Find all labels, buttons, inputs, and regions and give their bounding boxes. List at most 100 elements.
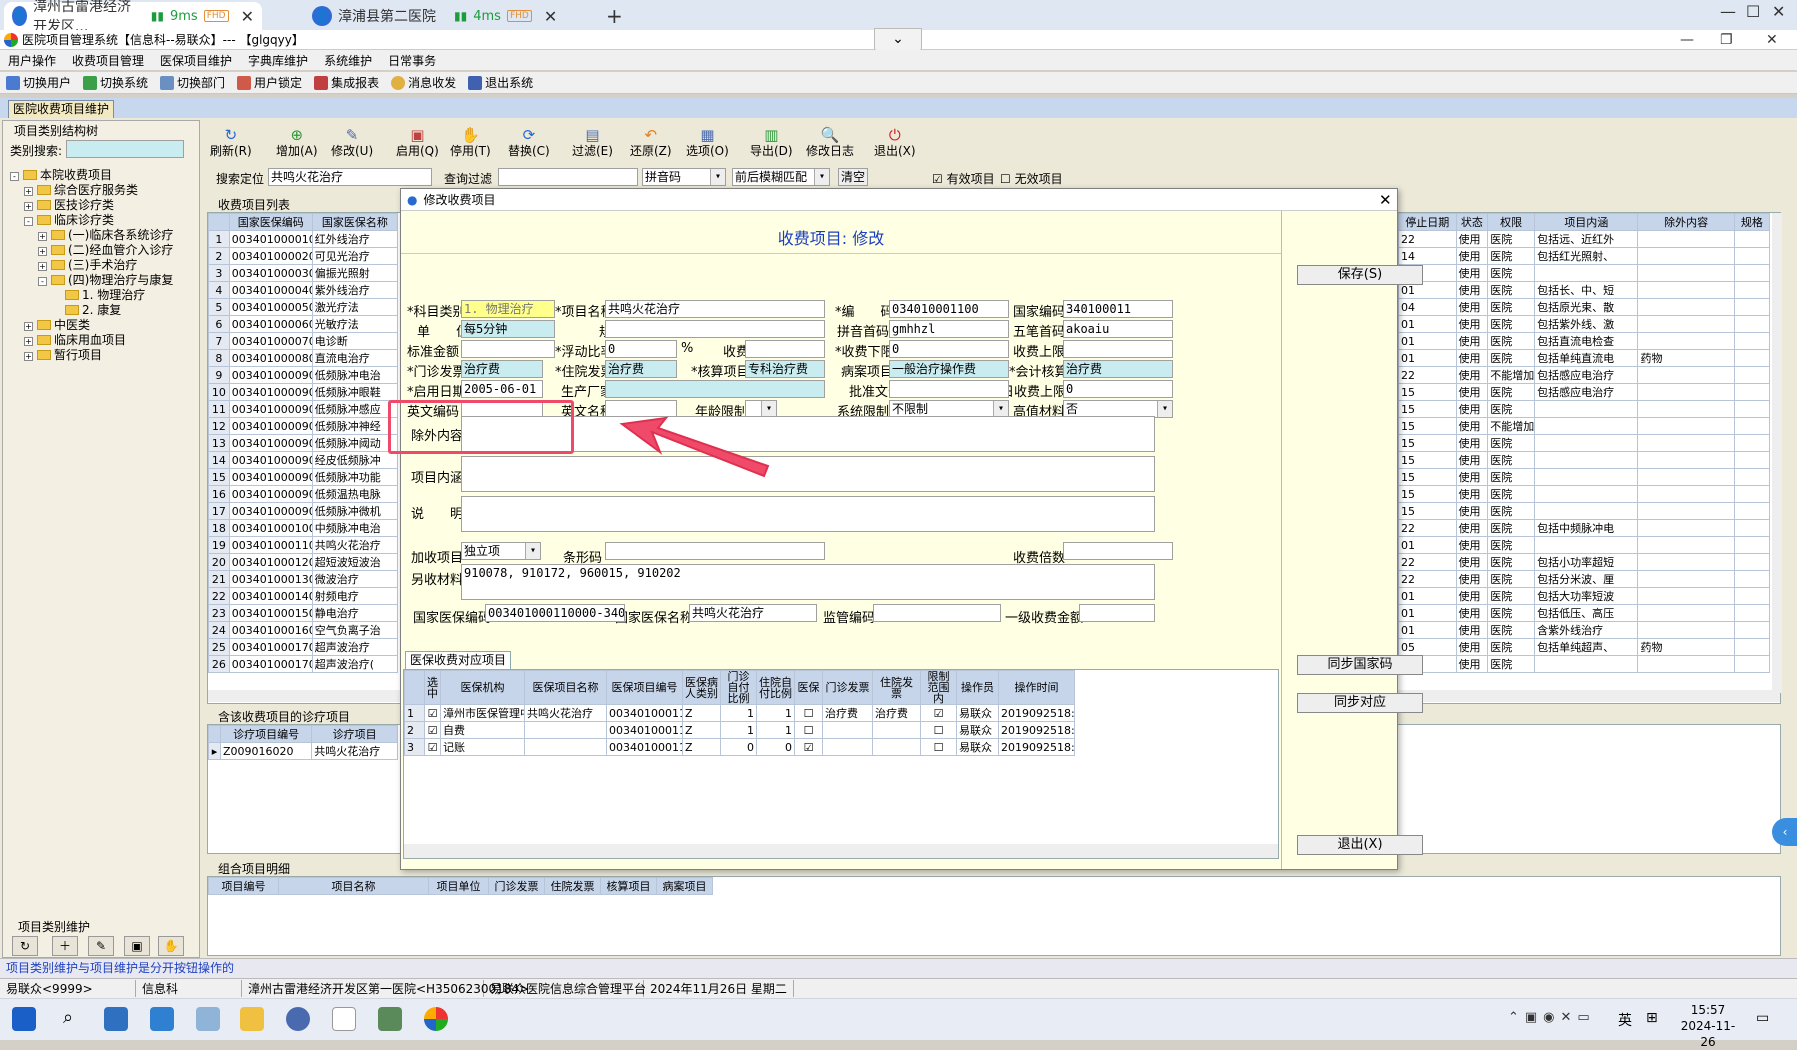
table-row[interactable]: 6 003401000060 光敏疗法: [208, 315, 399, 333]
match-mode-select[interactable]: 前后模糊匹配: [732, 168, 830, 186]
horizontal-scrollbar[interactable]: [404, 844, 1278, 858]
tree-node[interactable]: + 暂行项目: [10, 348, 196, 363]
tree-node[interactable]: + 综合医疗服务类: [10, 183, 196, 198]
supcode-field[interactable]: [873, 604, 1001, 622]
tree-node[interactable]: + 医技诊疗类: [10, 198, 196, 213]
menu-item[interactable]: 收费项目管理: [64, 52, 152, 69]
content-field[interactable]: [461, 456, 1155, 492]
tree-node[interactable]: + 临床用血项目: [10, 333, 196, 348]
hospital-app-icon[interactable]: [424, 1007, 448, 1031]
table-row[interactable]: 01 使用 医院 包括紫外线、激: [1398, 315, 1771, 333]
startdate-field[interactable]: 2005-06-01: [461, 380, 543, 398]
tab-charge-maintenance[interactable]: 医院收费项目维护: [8, 100, 115, 118]
app-restore-icon[interactable]: ❐: [1720, 32, 1733, 48]
ime-indicator[interactable]: 英: [1618, 1010, 1632, 1030]
clock[interactable]: 15:57 2024-11-26: [1676, 1002, 1740, 1050]
modify-log-button[interactable]: 🔍 修改日志: [806, 126, 854, 158]
feemax-field[interactable]: [1063, 340, 1173, 358]
table-row[interactable]: 26 003401000170 超声波治疗(: [208, 655, 399, 673]
clear-button[interactable]: 清空: [838, 168, 868, 186]
daymax-field[interactable]: 0: [1063, 380, 1173, 398]
table-row[interactable]: 01 使用 医院 包括直流电检查: [1398, 332, 1771, 350]
locate-input[interactable]: 共鸣火花治疗: [268, 168, 432, 186]
tree-node[interactable]: 1. 物理治疗: [10, 288, 196, 303]
table-row[interactable]: 12 003401000090 低频脉冲神经: [208, 417, 399, 435]
table-row[interactable]: 15使用医院: [1398, 485, 1771, 503]
filter-mode-select[interactable]: 拼音码: [642, 168, 726, 186]
minimize-icon[interactable]: —: [1720, 2, 1736, 21]
medrec-field[interactable]: 一般治疗操作费: [889, 360, 1009, 378]
table-row[interactable]: 18 003401000100 中频脉冲电治: [208, 519, 399, 537]
natmedname-field[interactable]: 共鸣火花治疗: [689, 604, 817, 622]
tray-icons[interactable]: ⌃▣◉✕▭: [1508, 1010, 1596, 1025]
table-row[interactable]: 23 003401000150 静电治疗: [208, 604, 399, 622]
menu-item[interactable]: 字典库维护: [240, 52, 316, 69]
ledger-field[interactable]: 治疗费: [1063, 360, 1173, 378]
document-icon[interactable]: [332, 1007, 356, 1031]
close-window-icon[interactable]: ✕: [1772, 2, 1785, 21]
table-row[interactable]: 13 003401000090 低频脉冲阈动: [208, 434, 399, 452]
report-button[interactable]: 集成报表: [308, 74, 385, 91]
stdamt-field[interactable]: [461, 340, 555, 358]
mult-field[interactable]: [1063, 542, 1173, 560]
table-row[interactable]: 1 003401000010 红外线治疗: [208, 230, 399, 248]
table-row[interactable]: 7 003401000070 电诊断: [208, 332, 399, 350]
expand-icon[interactable]: +: [24, 202, 33, 211]
expand-icon[interactable]: +: [38, 262, 47, 271]
save-button[interactable]: 保存(S): [1297, 265, 1423, 285]
table-row[interactable]: 15 使用 不能增加: [1398, 417, 1771, 435]
table-row[interactable]: 15使用医院: [1398, 264, 1771, 282]
table-row[interactable]: 04 使用 医院 包括原光束、散: [1398, 298, 1771, 316]
enable-button[interactable]: ▣ 启用(Q): [396, 126, 439, 158]
table-row[interactable]: 3☑记账003401000110000Z00☑☐易联众2019092518:15…: [404, 738, 1075, 756]
table-row[interactable]: 10 003401000090 低频脉冲眼鞋: [208, 383, 399, 401]
expand-icon[interactable]: +: [38, 247, 47, 256]
message-button[interactable]: 消息收发: [385, 74, 462, 91]
switch-dept-button[interactable]: 切换部门: [154, 74, 231, 91]
unit-field[interactable]: 每5分钟: [461, 320, 555, 338]
table-row[interactable]: 17 003401000090 低频脉冲微机: [208, 502, 399, 520]
table-row[interactable]: 8 003401000080 直流电治疗: [208, 349, 399, 367]
add-icon[interactable]: ＋: [52, 936, 78, 956]
close-icon[interactable]: ✕: [1379, 191, 1392, 209]
table-row[interactable]: 5 003401000050 激光疗法: [208, 298, 399, 316]
refresh-button[interactable]: ↻ 刷新(R): [210, 126, 252, 158]
table-row[interactable]: 01 使用 医院 含紫外线治疗: [1398, 621, 1771, 639]
category-search-input[interactable]: [66, 140, 184, 158]
close-icon[interactable]: ✕: [241, 7, 254, 26]
lock-user-button[interactable]: 用户锁定: [231, 74, 308, 91]
ipinv-field[interactable]: 治疗费: [605, 360, 677, 378]
category-field[interactable]: 1. 物理治疗: [461, 300, 555, 318]
table-row[interactable]: 3 003401000030 偏振光照射: [208, 264, 399, 282]
tree-node[interactable]: - 本院收费项目: [10, 168, 196, 183]
tree-node[interactable]: + (三)手术治疗: [10, 258, 196, 273]
wubi-field[interactable]: akoaiu: [1063, 320, 1173, 338]
table-row[interactable]: 16 003401000090 低频温热电脉: [208, 485, 399, 503]
app-icon[interactable]: [378, 1007, 402, 1031]
app-icon[interactable]: [196, 1007, 220, 1031]
table-row[interactable]: 2 003401000020 可见光治疗: [208, 247, 399, 265]
approval-field[interactable]: [889, 380, 1009, 398]
edit-icon[interactable]: ✎: [88, 936, 114, 956]
table-row[interactable]: 22 使用 不能增加 包括感应电治疗: [1398, 366, 1771, 384]
browser-tab-1[interactable]: 👤 漳州古雷港经济开发区... ▮▮ 9ms FHD ✕: [4, 0, 262, 35]
table-row[interactable]: 15使用医院: [1398, 400, 1771, 418]
browser-tab-2[interactable]: 👤 漳浦县第二医院 ▮▮ 4ms FHD ✕: [304, 2, 592, 30]
filter-input[interactable]: [498, 168, 638, 186]
new-tab-icon[interactable]: +: [606, 4, 623, 28]
export-button[interactable]: ▥ 导出(D): [750, 126, 793, 158]
filter-button[interactable]: ▤ 过滤(E): [572, 126, 613, 158]
table-row[interactable]: 01 使用 医院 包括长、中、短: [1398, 281, 1771, 299]
expand-icon[interactable]: -: [24, 217, 33, 226]
app-icon[interactable]: [150, 1007, 174, 1031]
enable-icon[interactable]: ▣: [124, 936, 150, 956]
expand-icon[interactable]: +: [24, 322, 33, 331]
expand-icon[interactable]: +: [24, 352, 33, 361]
table-row[interactable]: 15使用医院: [1398, 451, 1771, 469]
expand-icon[interactable]: +: [24, 337, 33, 346]
code-field[interactable]: 034010001100: [889, 300, 1009, 318]
table-row[interactable]: 22 使用 医院 包括小功率超短: [1398, 553, 1771, 571]
table-row[interactable]: 25 003401000170 超声波治疗: [208, 638, 399, 656]
table-row[interactable]: 15 使用 医院 包括感应电治疗: [1398, 383, 1771, 401]
spec-field[interactable]: [605, 320, 825, 338]
